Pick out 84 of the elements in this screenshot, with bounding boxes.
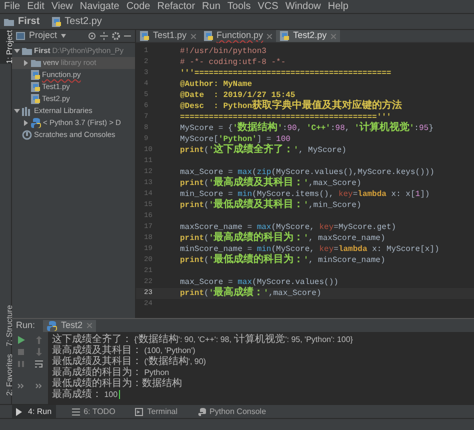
panel-title[interactable]: Project xyxy=(29,30,58,43)
stop-icon[interactable] xyxy=(17,348,25,356)
code-line[interactable]: @Desc : Python获取字典中最值及其对应键的方法 xyxy=(180,101,402,112)
close-icon xyxy=(267,34,272,38)
settings-icon xyxy=(112,32,120,40)
console-output-line: 最高成绩的科目为： Python xyxy=(52,367,170,378)
down-arrow-icon[interactable] xyxy=(35,348,43,356)
breadcrumb-item[interactable]: First xyxy=(18,14,40,29)
menu-item[interactable]: Navigate xyxy=(80,0,120,14)
menu-item[interactable]: Code xyxy=(126,0,150,14)
collapsed-arrow-icon xyxy=(23,120,29,126)
menu-item[interactable]: Run xyxy=(202,0,220,14)
editor-tab[interactable]: Test1.py xyxy=(136,30,200,42)
code-line[interactable]: MyScore['Python'] = 100 xyxy=(180,134,290,145)
side-tab[interactable]: 7: Structure xyxy=(0,304,11,346)
close-icon xyxy=(86,323,92,328)
code-line[interactable]: print('这下成绩全齐了：', MyScore) xyxy=(180,145,346,156)
editor-tab[interactable]: Function.py xyxy=(200,30,276,42)
tool-window-tab[interactable]: 4: Run xyxy=(12,405,56,418)
run-tab[interactable]: Test2 xyxy=(43,320,96,332)
expand-icon[interactable] xyxy=(17,382,25,390)
code-line[interactable]: =========================================''' xyxy=(180,112,392,123)
up-arrow-icon[interactable] xyxy=(35,336,43,344)
folder-icon xyxy=(4,18,14,26)
code-line[interactable]: print('最高成绩及其科目：',max_Score) xyxy=(180,178,362,189)
tool-window-tab[interactable]: 6: TODO xyxy=(68,405,120,418)
tool-window-tab[interactable]: Python Console xyxy=(194,405,270,418)
target-icon xyxy=(88,32,96,40)
menu-item[interactable]: View xyxy=(51,0,73,14)
console-output-line: 最高成绩： 100 xyxy=(52,389,121,400)
list-icon xyxy=(72,408,80,416)
console-output-line: 最低成绩及其科目： ('数据结构', 90) xyxy=(52,356,207,366)
expand-icon[interactable] xyxy=(35,382,43,390)
menu-item[interactable]: Tools xyxy=(227,0,251,14)
close-icon xyxy=(330,34,336,38)
python-file-icon xyxy=(31,82,40,92)
code-line[interactable]: print('最高成绩的科目为：', maxScore_name) xyxy=(180,233,386,244)
collapse-icon xyxy=(100,32,108,40)
menu-item[interactable]: File xyxy=(4,0,20,14)
menu-item[interactable]: Window xyxy=(285,0,321,14)
menu-item[interactable]: VCS xyxy=(258,0,278,14)
expanded-arrow-icon xyxy=(14,48,20,54)
side-tab[interactable]: 2: Favorites xyxy=(0,354,11,396)
menu-item[interactable]: Refactor xyxy=(157,0,196,14)
console-output-line: 最低成绩的科目为：数据结构 xyxy=(52,378,183,388)
code-line[interactable]: print('最高成绩：',max_Score) xyxy=(180,288,322,299)
dropdown-caret-icon xyxy=(61,34,66,38)
library-icon xyxy=(22,106,32,116)
expanded-arrow-icon xyxy=(14,108,20,114)
code-line[interactable]: min_Score = min(MyScore.items(), key=lambda x: x[1]) xyxy=(180,189,430,200)
collapsed-arrow-icon xyxy=(23,60,29,66)
python-file-icon xyxy=(31,94,40,104)
run-icon xyxy=(16,408,24,416)
panel-label: Run: xyxy=(16,318,36,332)
menu-item[interactable]: Help xyxy=(328,0,348,14)
close-icon xyxy=(190,34,196,38)
python-logo-icon xyxy=(31,118,41,128)
python-file-icon xyxy=(52,16,61,26)
code-line[interactable]: print('最低成绩的科目为：', minScore_name) xyxy=(180,255,386,266)
code-line[interactable]: # -*- coding:utf-8 -*- xyxy=(180,57,286,68)
console-output-line: 这下成绩全齐了： {'数据结构': 90, 'C++': 98, '计算机视觉': 95, 'Python': 100} xyxy=(52,334,353,344)
code-line[interactable]: MyScore = {'数据结构':90, 'C++':98, '计算机视觉':95} xyxy=(180,123,434,134)
rerun-icon[interactable] xyxy=(17,336,25,344)
terminal-icon xyxy=(135,408,144,416)
code-line[interactable]: @Author: MyName xyxy=(180,79,252,90)
menu-item[interactable]: Edit xyxy=(27,0,44,14)
soft-wrap-icon[interactable] xyxy=(35,360,43,368)
python-logo-icon xyxy=(47,320,58,330)
python-logo-icon xyxy=(198,408,206,416)
code-line[interactable]: '''========================================= xyxy=(180,68,392,79)
python-file-icon xyxy=(280,31,290,41)
panel-icon xyxy=(16,32,25,40)
breadcrumb-item[interactable]: Test2.py xyxy=(64,14,102,29)
python-file-icon xyxy=(31,70,40,80)
editor-tab[interactable]: Test2.py xyxy=(276,30,340,42)
python-file-icon xyxy=(204,31,213,41)
python-file-icon xyxy=(140,31,149,41)
pause-icon[interactable] xyxy=(17,360,25,368)
code-line[interactable]: print('最低成绩及其科目：',min_Score) xyxy=(180,200,362,211)
code-line[interactable]: minScore_name = min(MyScore, key=lambda x: MyScore[x]) xyxy=(180,244,440,255)
console-output-line: 最高成绩及其科目： (100, 'Python') xyxy=(52,345,196,356)
scratch-icon xyxy=(22,130,32,140)
tool-window-tab[interactable]: Terminal xyxy=(131,405,182,418)
code-line[interactable]: #!/usr/bin/python3 xyxy=(180,46,266,57)
